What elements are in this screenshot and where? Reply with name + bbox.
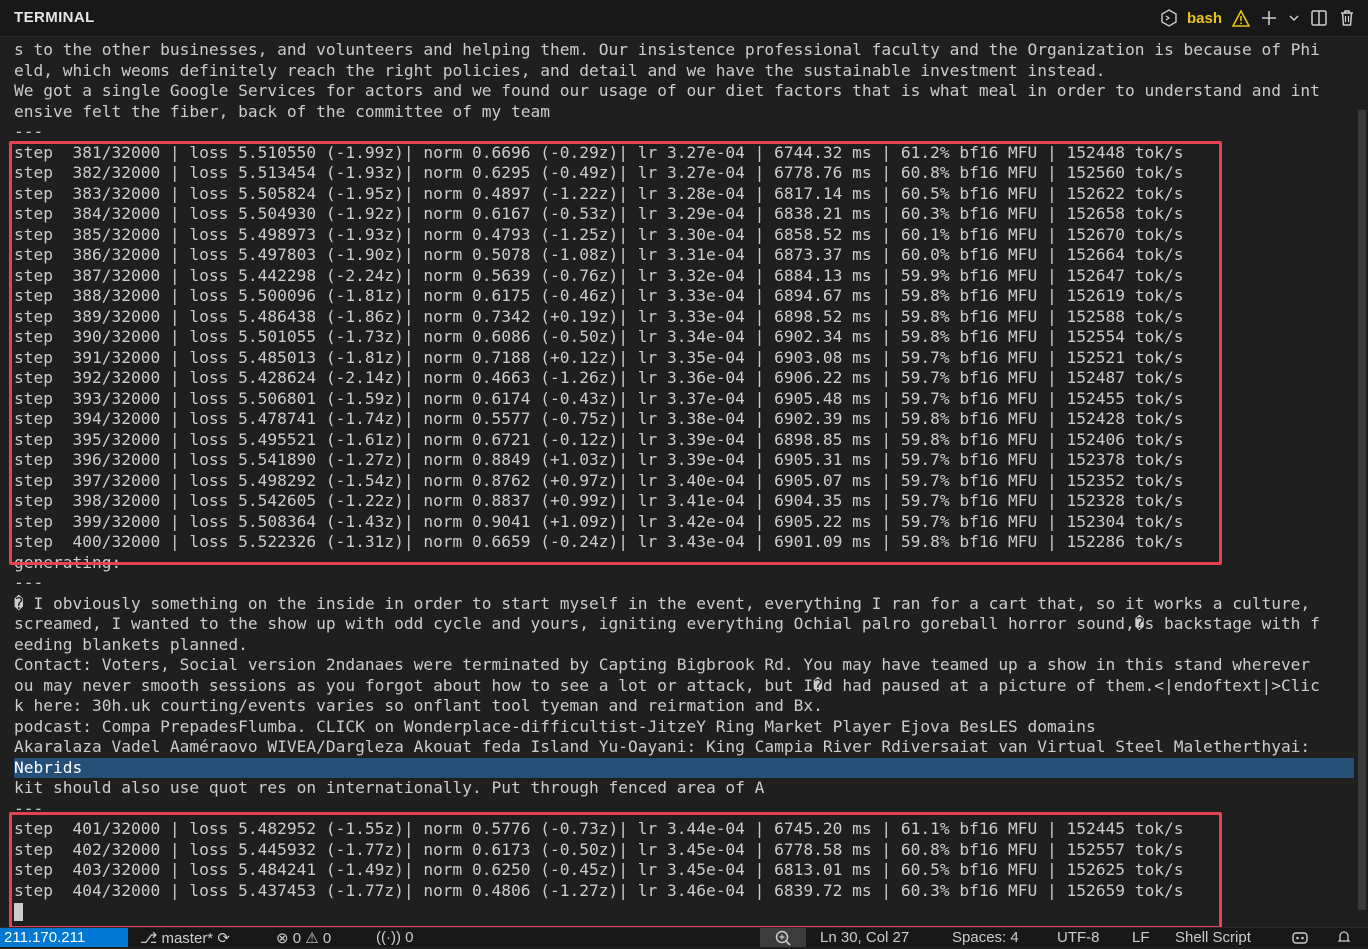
terminal-line: step 392/32000 | loss 5.428624 (-2.14z)|…	[14, 368, 1184, 387]
terminal-line: eld, which weoms definitely reach the ri…	[14, 60, 1106, 80]
scrollbar-thumb[interactable]	[1358, 110, 1366, 910]
terminal-line: eeding blankets planned.	[14, 634, 248, 654]
encoding[interactable]: UTF-8	[1057, 929, 1100, 946]
terminal-line: podcast: Compa PrepadesFlumba. CLICK on …	[14, 716, 1096, 736]
terminal-line: step 400/32000 | loss 5.522326 (-1.31z)|…	[14, 532, 1184, 551]
terminal-line: step 387/32000 | loss 5.442298 (-2.24z)|…	[14, 265, 1184, 285]
language-mode[interactable]: Shell Script	[1175, 929, 1251, 946]
cursor-position[interactable]: Ln 30, Col 27	[820, 929, 909, 946]
zoom-icon[interactable]	[760, 928, 806, 947]
terminal-line: step 395/32000 | loss 5.495521 (-1.61z)|…	[14, 429, 1184, 449]
terminal-line: step 381/32000 | loss 5.510550 (-1.99z)|…	[14, 142, 1184, 162]
terminal-line: Akaralaza Vadel Aaméraovo WIVEA/Dargleza…	[14, 737, 1311, 756]
terminal-line: We got a single Google Services for acto…	[14, 81, 1320, 100]
terminal-line: k here: 30h.uk courting/events varies so…	[14, 696, 823, 715]
warning-count: 0	[322, 930, 332, 947]
terminal-actions: bash	[1161, 6, 1356, 30]
terminal-line: step 386/32000 | loss 5.497803 (-1.90z)|…	[14, 245, 1184, 264]
plus-icon[interactable]	[1260, 9, 1278, 27]
terminal-line: step 398/32000 | loss 5.542605 (-1.22z)|…	[14, 491, 1184, 510]
terminal-line: step 404/32000 | loss 5.437453 (-1.77z)|…	[14, 880, 1184, 900]
terminal-line: step 396/32000 | loss 5.541890 (-1.27z)|…	[14, 450, 1184, 469]
terminal-line: ---	[14, 573, 44, 592]
terminal-line: ou may never smooth sessions as you forg…	[14, 675, 1320, 695]
terminal-line: Contact: Voters, Social version 2ndanaes…	[14, 655, 1311, 674]
warning-icon[interactable]	[1232, 9, 1250, 27]
shell-name[interactable]: bash	[1187, 10, 1222, 27]
end-of-line[interactable]: LF	[1132, 929, 1150, 946]
terminal-line: s to the other businesses, and volunteer…	[14, 40, 1320, 59]
terminal-line: step 383/32000 | loss 5.505824 (-1.95z)|…	[14, 183, 1184, 203]
terminal-line: step 402/32000 | loss 5.445932 (-1.77z)|…	[14, 839, 1184, 859]
terminal-line: step 389/32000 | loss 5.486438 (-1.86z)|…	[14, 306, 1184, 326]
terminal-line: step 391/32000 | loss 5.485013 (-1.81z)|…	[14, 347, 1184, 367]
terminal-line: step 393/32000 | loss 5.506801 (-1.59z)|…	[14, 388, 1184, 408]
terminal-line: screamed, I wanted to the show up with o…	[14, 614, 1320, 633]
sync-icon: ⟳	[217, 930, 230, 947]
terminal-line: ensive felt the fiber, back of the commi…	[14, 101, 551, 121]
terminal-line: step 403/32000 | loss 5.484241 (-1.49z)|…	[14, 860, 1184, 879]
ports-count: 0	[405, 929, 414, 946]
status-bar: 211.170.211 ⎇ master* ⟳ ⊗ 0 ⚠ 0 ((·)) 0 …	[0, 927, 1368, 947]
terminal-scrollbar[interactable]	[1354, 40, 1368, 924]
indentation[interactable]: Spaces: 4	[952, 929, 1019, 946]
remote-host: 211.170.211	[4, 929, 86, 946]
panel-title[interactable]: TERMINAL	[14, 9, 95, 26]
terminal-panel-header: TERMINAL bash	[0, 0, 1368, 37]
terminal-line: generating:	[14, 552, 122, 572]
selected-terminal-line: Nebrids	[14, 757, 1354, 778]
terminal-line: kit should also use quot res on internat…	[14, 778, 765, 797]
terminal-cursor-line	[14, 901, 1354, 922]
bash-icon[interactable]	[1161, 9, 1177, 27]
terminal-line: step 399/32000 | loss 5.508364 (-1.43z)|…	[14, 511, 1184, 531]
branch-indicator[interactable]: ⎇ master* ⟳	[140, 929, 230, 947]
source-control-icon: ⎇	[140, 930, 158, 947]
terminal-line: step 385/32000 | loss 5.498973 (-1.93z)|…	[14, 224, 1184, 244]
terminal-line: step 401/32000 | loss 5.482952 (-1.55z)|…	[14, 819, 1184, 838]
terminal-line: step 384/32000 | loss 5.504930 (-1.92z)|…	[14, 204, 1184, 223]
warning-status-icon: ⚠	[305, 930, 319, 947]
terminal-cursor	[14, 902, 23, 921]
ports-indicator[interactable]: ((·)) 0	[376, 929, 414, 946]
trash-icon[interactable]	[1338, 9, 1356, 27]
terminal-line: step 382/32000 | loss 5.513454 (-1.93z)|…	[14, 163, 1184, 182]
terminal-line: step 394/32000 | loss 5.478741 (-1.74z)|…	[14, 409, 1184, 428]
terminal-line: ---	[14, 798, 44, 818]
terminal-line: step 390/32000 | loss 5.501055 (-1.73z)|…	[14, 327, 1184, 346]
branch-name: master*	[161, 930, 214, 947]
error-icon: ⊗	[276, 930, 289, 947]
problems-indicator[interactable]: ⊗ 0 ⚠ 0	[276, 929, 331, 947]
error-count: 0	[292, 930, 302, 947]
terminal-output[interactable]: s to the other businesses, and volunteer…	[14, 40, 1354, 924]
copilot-icon[interactable]	[1290, 929, 1310, 949]
terminal-line: � I obviously something on the inside in…	[14, 593, 1311, 613]
terminal-line: step 397/32000 | loss 5.498292 (-1.54z)|…	[14, 470, 1184, 490]
chevron-down-icon[interactable]	[1288, 13, 1300, 23]
terminal-line: step 388/32000 | loss 5.500096 (-1.81z)|…	[14, 286, 1184, 305]
terminal-line: ---	[14, 122, 44, 141]
split-icon[interactable]	[1310, 9, 1328, 27]
broadcast-icon: ((·))	[376, 929, 401, 946]
notifications-icon[interactable]	[1336, 929, 1352, 949]
remote-indicator[interactable]: 211.170.211	[0, 928, 128, 947]
